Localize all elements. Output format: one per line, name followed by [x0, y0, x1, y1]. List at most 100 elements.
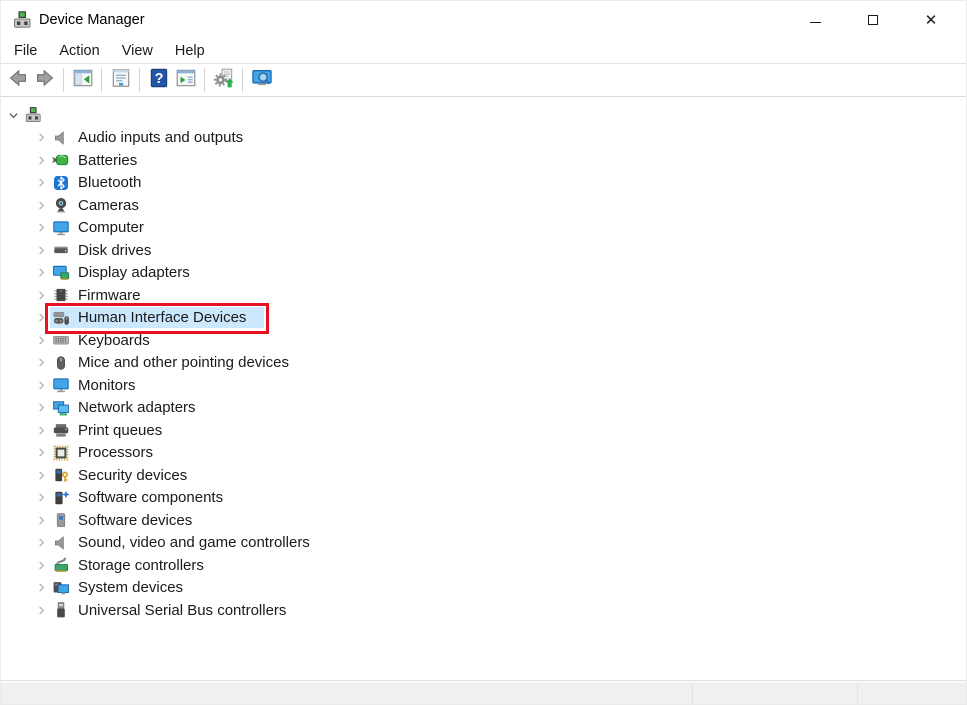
tree-item-system-devices[interactable]: System devices	[1, 577, 966, 600]
chevron-down-icon[interactable]	[5, 107, 22, 124]
close-button[interactable]: ✕	[908, 1, 954, 39]
minimize-button[interactable]	[792, 1, 838, 39]
chevron-right-icon[interactable]	[33, 332, 50, 349]
usb-icon	[52, 601, 70, 619]
tree-item-label: System devices	[78, 579, 184, 597]
chevron-right-icon[interactable]	[33, 174, 50, 191]
status-section-3	[857, 683, 966, 704]
chevron-right-icon[interactable]	[33, 489, 50, 506]
processor-icon	[52, 444, 70, 462]
tree-item-label: Security devices	[78, 466, 188, 484]
menu-file[interactable]: File	[3, 41, 48, 61]
tree-item-computer[interactable]: Computer	[1, 217, 966, 240]
storage-icon	[52, 556, 70, 574]
toolbar-separator	[101, 68, 102, 92]
chevron-right-icon[interactable]	[33, 354, 50, 371]
menu-action[interactable]: Action	[48, 41, 110, 61]
tree-item-label: Human Interface Devices	[78, 309, 247, 327]
speaker-icon	[52, 534, 70, 552]
tree-item-security-devices[interactable]: Security devices	[1, 464, 966, 487]
help-icon: ?	[148, 67, 170, 94]
window-controls: ✕	[792, 1, 966, 39]
tree-item-universal-serial-bus-controllers[interactable]: Universal Serial Bus controllers	[1, 599, 966, 622]
chevron-right-icon[interactable]	[33, 377, 50, 394]
tree-item-disk-drives[interactable]: Disk drives	[1, 239, 966, 262]
chevron-right-icon[interactable]	[33, 467, 50, 484]
tree-item-batteries[interactable]: Batteries	[1, 149, 966, 172]
scan-for-hardware-changes-button[interactable]	[210, 67, 237, 93]
camera-icon	[52, 196, 70, 214]
tree-item-label: Display adapters	[78, 264, 190, 282]
tree-item-label: Universal Serial Bus controllers	[78, 601, 287, 619]
show-console-tree-button[interactable]	[69, 67, 96, 93]
forward-icon	[34, 67, 56, 94]
tree-item-print-queues[interactable]: Print queues	[1, 419, 966, 442]
chevron-right-icon[interactable]	[33, 579, 50, 596]
tree-item-software-components[interactable]: Software components	[1, 487, 966, 510]
tree-item-monitors[interactable]: Monitors	[1, 374, 966, 397]
chevron-right-icon[interactable]	[33, 422, 50, 439]
toolbar: ?	[1, 64, 966, 97]
menu-help[interactable]: Help	[164, 41, 216, 61]
show-action-pane-icon	[175, 67, 197, 94]
chevron-right-icon[interactable]	[33, 534, 50, 551]
properties-icon	[110, 67, 132, 94]
tree-item-bluetooth[interactable]: Bluetooth	[1, 172, 966, 195]
tree-item-label: Audio inputs and outputs	[78, 129, 244, 147]
search-devices-button[interactable]	[248, 67, 275, 93]
chevron-right-icon[interactable]	[33, 399, 50, 416]
tree-item-label: Mice and other pointing devices	[78, 354, 289, 372]
chevron-right-icon[interactable]	[33, 197, 50, 214]
tree-item-label: Disk drives	[78, 241, 152, 259]
software-device-icon	[52, 511, 70, 529]
status-section-2	[692, 683, 857, 704]
monitor-icon	[52, 376, 70, 394]
tree-item-processors[interactable]: Processors	[1, 442, 966, 465]
chevron-right-icon[interactable]	[33, 152, 50, 169]
tree-item-label: Sound, video and game controllers	[78, 534, 310, 552]
maximize-icon	[868, 15, 878, 25]
chevron-right-icon[interactable]	[33, 129, 50, 146]
tree-root[interactable]	[1, 104, 966, 127]
properties-button[interactable]	[107, 67, 134, 93]
chevron-right-icon[interactable]	[33, 264, 50, 281]
help-button[interactable]: ?	[145, 67, 172, 93]
security-icon	[52, 466, 70, 484]
tree-item-label: Print queues	[78, 421, 163, 439]
computer-root-icon	[24, 106, 42, 124]
chevron-right-icon[interactable]	[33, 444, 50, 461]
tree-item-audio-inputs-and-outputs[interactable]: Audio inputs and outputs	[1, 127, 966, 150]
tree-item-sound-video-and-game-controllers[interactable]: Sound, video and game controllers	[1, 532, 966, 555]
chevron-right-icon[interactable]	[33, 309, 50, 326]
forward-button[interactable]	[31, 67, 58, 93]
tree-item-label: Batteries	[78, 151, 138, 169]
maximize-button[interactable]	[850, 1, 896, 39]
close-icon: ✕	[924, 10, 938, 29]
tree-item-storage-controllers[interactable]: Storage controllers	[1, 554, 966, 577]
display-adapter-icon	[52, 264, 70, 282]
menu-view[interactable]: View	[111, 41, 164, 61]
tree-item-cameras[interactable]: Cameras	[1, 194, 966, 217]
tree-item-network-adapters[interactable]: Network adapters	[1, 397, 966, 420]
hid-icon	[52, 309, 70, 327]
chevron-right-icon[interactable]	[33, 602, 50, 619]
back-button[interactable]	[4, 67, 31, 93]
svg-text:?: ?	[154, 70, 163, 86]
tree-item-human-interface-devices[interactable]: Human Interface Devices	[1, 307, 966, 330]
chevron-right-icon[interactable]	[33, 242, 50, 259]
show-action-pane-button[interactable]	[172, 67, 199, 93]
tree-item-display-adapters[interactable]: Display adapters	[1, 262, 966, 285]
chevron-right-icon[interactable]	[33, 219, 50, 236]
chevron-right-icon[interactable]	[33, 512, 50, 529]
tree-item-label: Storage controllers	[78, 556, 204, 574]
chevron-right-icon[interactable]	[33, 557, 50, 574]
tree-item-mice-and-other-pointing-devices[interactable]: Mice and other pointing devices	[1, 352, 966, 375]
window-title: Device Manager	[39, 12, 145, 28]
tree-item-label: Network adapters	[78, 399, 196, 417]
tree-item-keyboards[interactable]: Keyboards	[1, 329, 966, 352]
toolbar-separator	[63, 68, 64, 92]
tree-item-firmware[interactable]: Firmware	[1, 284, 966, 307]
tree-item-software-devices[interactable]: Software devices	[1, 509, 966, 532]
toolbar-separator	[139, 68, 140, 92]
chevron-right-icon[interactable]	[33, 287, 50, 304]
